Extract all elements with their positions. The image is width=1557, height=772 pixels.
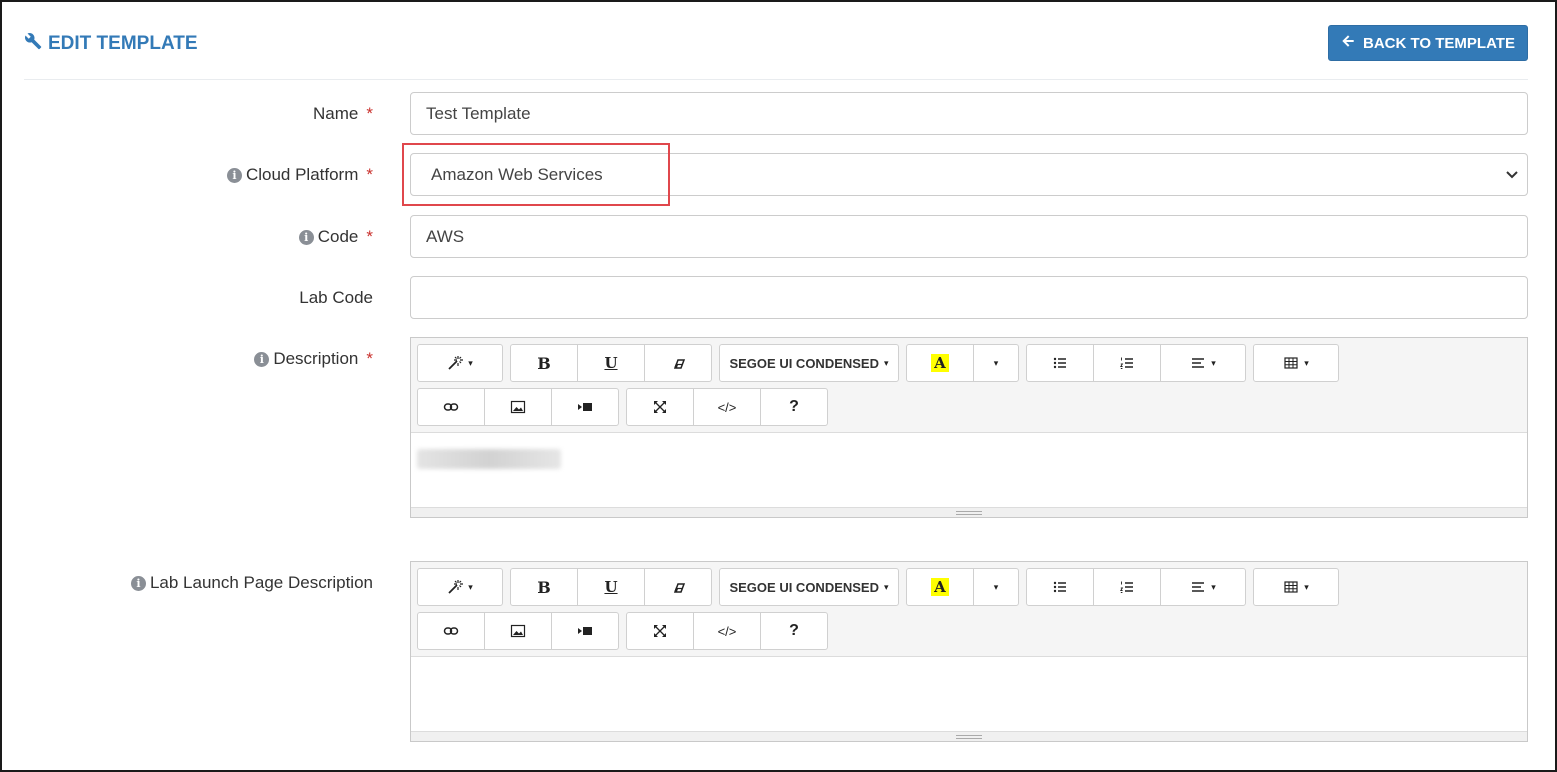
highlight-letter-icon: A [931,578,949,596]
cloud-platform-select[interactable]: Amazon Web Services [410,153,1528,196]
name-input[interactable]: Test Template [410,92,1528,135]
name-label: Name * [313,104,373,123]
grip-icon [956,510,982,515]
style-button[interactable]: ▾ [417,568,503,606]
link-button[interactable] [417,388,485,426]
picture-button[interactable] [484,612,552,650]
info-icon[interactable]: i [226,167,242,183]
text-color-button[interactable]: A [906,344,974,382]
video-icon [578,403,592,411]
page-header: EDIT TEMPLATE BACK TO TEMPLATE [24,20,1528,80]
unordered-list-button[interactable] [1026,344,1094,382]
video-icon [578,627,592,635]
editor-toolbar: ▾ B U SEGOE UI CONDENSED ▾ A ▾ ▾ ▾ </> ? [411,562,1527,657]
lab-launch-description-editor: ▾ B U SEGOE UI CONDENSED ▾ A ▾ ▾ ▾ </> ? [410,561,1528,742]
info-icon[interactable]: i [130,575,146,591]
editor-toolbar: ▾ B U SEGOE UI CONDENSED ▾ A ▾ ▾ ▾ </> ? [411,338,1527,433]
magic-wand-icon [448,580,464,594]
lab-launch-edit-area[interactable] [411,657,1527,731]
paragraph-align-button[interactable]: ▾ [1160,568,1246,606]
description-editor: ▾ B U SEGOE UI CONDENSED ▾ A ▾ ▾ ▾ </> ? [410,337,1528,518]
link-icon [443,403,459,411]
eraser-icon [673,583,686,593]
back-to-template-button[interactable]: BACK TO TEMPLATE [1328,25,1528,61]
cloud-platform-label: i Cloud Platform * [226,165,373,185]
fullscreen-button[interactable] [626,388,694,426]
align-left-icon [1192,582,1205,592]
fullscreen-icon [654,625,666,637]
bold-button[interactable]: B [510,568,578,606]
link-button[interactable] [417,612,485,650]
ordered-list-button[interactable] [1093,344,1161,382]
chevron-down-icon [1506,171,1518,179]
page-title: EDIT TEMPLATE [24,32,198,56]
help-button[interactable]: ? [760,388,828,426]
table-icon [1284,357,1298,369]
video-button[interactable] [551,388,619,426]
unordered-list-button[interactable] [1026,568,1094,606]
table-icon [1284,581,1298,593]
eraser-icon [673,359,686,369]
fullscreen-icon [654,401,666,413]
code-input-value: AWS [426,226,465,246]
highlight-letter-icon: A [931,354,949,372]
link-icon [443,627,459,635]
code-input[interactable]: AWS [410,215,1528,258]
font-name-dropdown[interactable]: SEGOE UI CONDENSED ▾ [719,344,899,382]
description-edit-area[interactable] [411,433,1527,507]
lab-code-input[interactable] [410,276,1528,319]
cloud-platform-selected-value: Amazon Web Services [431,164,603,184]
ordered-list-button[interactable] [1093,568,1161,606]
color-dropdown-button[interactable]: ▾ [973,344,1019,382]
help-button[interactable]: ? [760,612,828,650]
back-to-template-label: BACK TO TEMPLATE [1363,34,1515,52]
text-color-button[interactable]: A [906,568,974,606]
caret-down-icon: ▾ [468,357,473,368]
align-left-icon [1192,358,1205,368]
arrow-left-icon [1341,34,1355,52]
color-dropdown-button[interactable]: ▾ [973,568,1019,606]
grip-icon [956,734,982,739]
eraser-button[interactable] [644,568,712,606]
fullscreen-button[interactable] [626,612,694,650]
wrench-icon [24,32,42,56]
list-ul-icon [1053,357,1066,369]
underline-button[interactable]: U [577,568,645,606]
code-view-button[interactable]: </> [693,388,761,426]
required-mark: * [366,349,373,368]
bold-button[interactable]: B [510,344,578,382]
paragraph-align-button[interactable]: ▾ [1160,344,1246,382]
font-name-dropdown[interactable]: SEGOE UI CONDENSED ▾ [719,568,899,606]
redacted-content [417,449,561,469]
caret-down-icon: ▾ [468,581,473,592]
lab-launch-description-label: i Lab Launch Page Description [130,573,373,593]
underline-button[interactable]: U [577,344,645,382]
info-icon[interactable]: i [298,229,314,245]
lab-code-label: Lab Code [299,288,373,307]
resize-handle[interactable] [411,507,1527,517]
description-label: i Description * [254,349,373,369]
picture-button[interactable] [484,388,552,426]
list-ol-icon [1119,581,1133,593]
name-input-value: Test Template [426,103,531,123]
magic-wand-icon [448,356,464,370]
picture-icon [510,624,526,638]
page-title-text: EDIT TEMPLATE [48,33,198,54]
table-button[interactable]: ▾ [1253,344,1339,382]
picture-icon [510,400,526,414]
code-view-button[interactable]: </> [693,612,761,650]
required-mark: * [366,104,373,123]
code-label: i Code * [298,227,373,247]
info-icon[interactable]: i [254,351,270,367]
table-button[interactable]: ▾ [1253,568,1339,606]
video-button[interactable] [551,612,619,650]
eraser-button[interactable] [644,344,712,382]
list-ol-icon [1119,357,1133,369]
style-button[interactable]: ▾ [417,344,503,382]
required-mark: * [366,227,373,246]
resize-handle[interactable] [411,731,1527,741]
required-mark: * [366,165,373,184]
list-ul-icon [1053,581,1066,593]
